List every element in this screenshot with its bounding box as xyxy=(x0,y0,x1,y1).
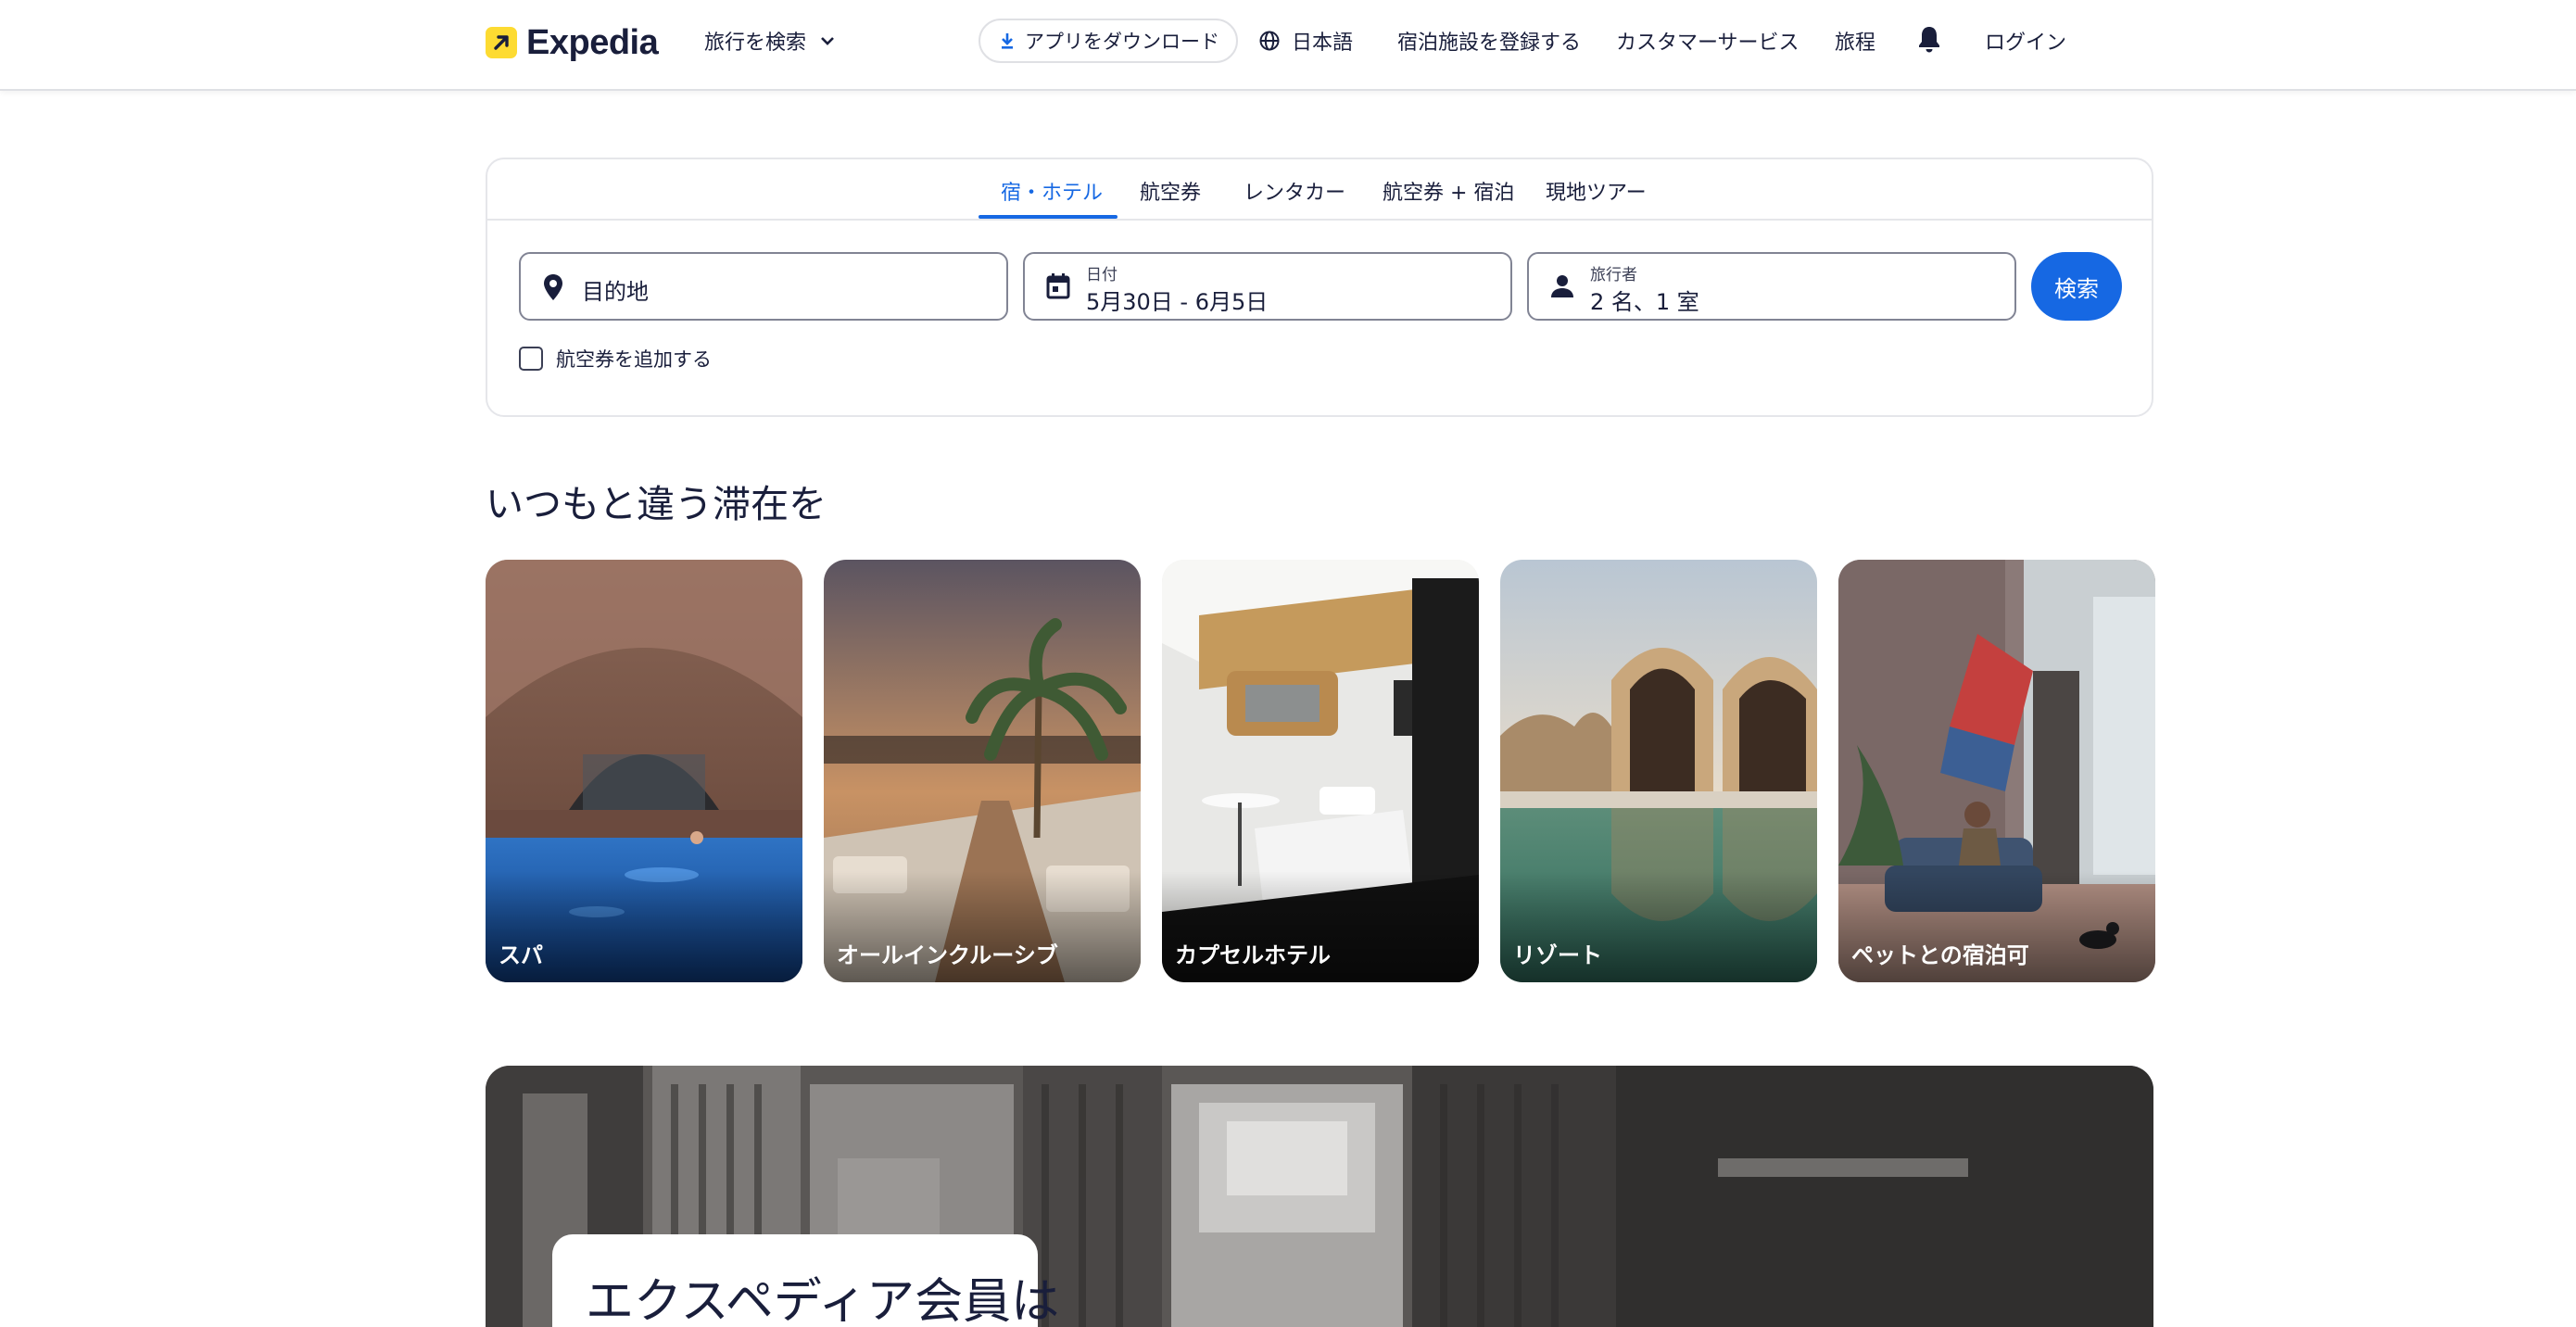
trip-search-menu[interactable]: 旅行を検索 xyxy=(704,26,836,56)
person-icon xyxy=(1551,275,1573,297)
list-property-link[interactable]: 宿泊施設を登録する xyxy=(1397,26,1581,56)
promo-card: エクスペディア会員は xyxy=(552,1234,1059,1327)
expedia-logo[interactable]: Expedia xyxy=(486,22,659,62)
globe-icon xyxy=(1259,31,1280,51)
trip-search-label: 旅行を検索 xyxy=(704,32,807,55)
category-card-resort[interactable]: リゾート xyxy=(1500,560,1817,982)
search-button[interactable]: 検索 xyxy=(2031,252,2122,321)
top-navigation-bar: Expedia 旅行を検索 アプリをダウンロード 日本語 宿泊施設を登録する カ… xyxy=(0,0,2576,91)
search-tabs: 宿・ホテル 航空券 レンタカー 航空券 + 宿泊 現地ツアー xyxy=(487,159,2152,221)
promo-title: エクスペディア会員は xyxy=(586,1274,1060,1327)
calendar-icon xyxy=(1046,273,1070,299)
language-label: 日本語 xyxy=(1292,32,1354,55)
customer-service-link[interactable]: カスタマーサービス xyxy=(1616,26,1799,56)
category-card-spa[interactable]: スパ xyxy=(486,560,802,982)
app-download-label: アプリをダウンロード xyxy=(1025,31,1219,53)
active-tab-indicator xyxy=(979,215,1118,219)
category-card-capsule-hotel[interactable]: カプセルホテル xyxy=(1162,560,1479,982)
list-property-label: 宿泊施設を登録する xyxy=(1397,32,1582,55)
travelers-field[interactable]: 旅行者 2 名、1 室 xyxy=(1527,252,2016,321)
card-label: オールインクルーシブ xyxy=(837,942,1058,968)
destination-placeholder: 目的地 xyxy=(582,279,649,305)
card-label: カプセルホテル xyxy=(1175,942,1331,968)
add-flight-checkbox[interactable] xyxy=(519,347,543,371)
download-icon xyxy=(1002,33,1013,49)
bell-icon xyxy=(1919,27,1939,53)
tab-activities[interactable]: 現地ツアー xyxy=(1546,176,1647,206)
destination-field[interactable]: 目的地 xyxy=(519,252,1008,321)
dates-field[interactable]: 日付 5月30日 - 6月5日 xyxy=(1023,252,1512,321)
card-label: リゾート xyxy=(1513,942,1602,968)
chevron-down-icon xyxy=(821,37,834,45)
app-download-button[interactable]: アプリをダウンロード xyxy=(979,19,1238,63)
notifications-button[interactable] xyxy=(1916,24,1953,54)
login-button[interactable]: ログイン xyxy=(1985,26,2066,56)
expedia-arrow-icon xyxy=(486,27,517,58)
trips-label: 旅程 xyxy=(1835,32,1876,55)
category-card-all-inclusive[interactable]: オールインクルーシブ xyxy=(824,560,1141,982)
location-pin-icon xyxy=(544,274,562,300)
login-label: ログイン xyxy=(1985,32,2067,55)
category-card-pet-friendly[interactable]: ペットとの宿泊可 xyxy=(1838,560,2155,982)
card-label: スパ xyxy=(499,942,543,968)
trips-link[interactable]: 旅程 xyxy=(1835,26,1875,56)
tab-cars[interactable]: レンタカー xyxy=(1244,176,1345,206)
brand-name: Expedia xyxy=(526,22,659,62)
member-promo-banner[interactable]: エクスペディア会員は xyxy=(486,1066,2153,1327)
dates-label: 日付 xyxy=(1086,266,1118,284)
add-flight-label: 航空券を追加する xyxy=(556,348,712,371)
search-panel: 宿・ホテル 航空券 レンタカー 航空券 + 宿泊 現地ツアー 目的地 日付 5月… xyxy=(486,158,2153,417)
tab-stays[interactable]: 宿・ホテル xyxy=(1001,176,1103,206)
tab-flights[interactable]: 航空券 xyxy=(1140,176,1201,206)
travelers-label: 旅行者 xyxy=(1590,266,1637,284)
section-title: いつもと違う滞在を xyxy=(486,482,827,526)
language-selector[interactable]: 日本語 xyxy=(1258,26,1353,56)
add-flight-option[interactable]: 航空券を追加する xyxy=(519,345,712,373)
travelers-value: 2 名、1 室 xyxy=(1590,289,1699,315)
customer-service-label: カスタマーサービス xyxy=(1616,32,1799,55)
card-label: ペットとの宿泊可 xyxy=(1851,942,2029,968)
dates-value: 5月30日 - 6月5日 xyxy=(1086,289,1269,315)
tab-packages[interactable]: 航空券 + 宿泊 xyxy=(1383,176,1514,206)
